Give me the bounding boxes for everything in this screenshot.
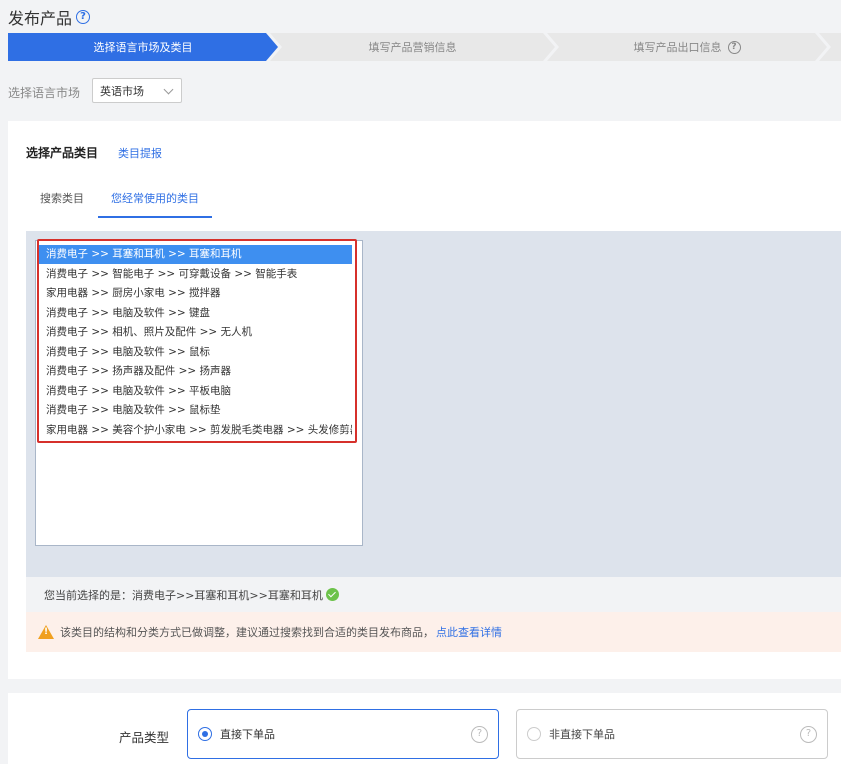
page-title-text: 发布产品 xyxy=(8,9,73,28)
tab-frequent-category[interactable]: 您经常使用的类目 xyxy=(98,190,212,218)
help-icon[interactable]: ? xyxy=(727,40,741,54)
radio-unchecked[interactable] xyxy=(527,727,541,741)
current-selection-label: 您当前选择的是： xyxy=(44,588,132,602)
step-label: 填写产品出口信息 xyxy=(633,41,722,54)
help-icon[interactable]: ? xyxy=(800,726,817,743)
step-select-market[interactable]: 选择语言市场及类目 xyxy=(8,33,278,61)
warning-triangle-icon xyxy=(38,625,54,639)
check-circle-icon xyxy=(325,588,339,601)
page-title: 发布产品 ? xyxy=(8,5,91,29)
product-type-label: 产品类型 xyxy=(119,730,170,745)
current-selection-value: 消费电子>>耳塞和耳机>>耳塞和耳机 xyxy=(132,588,323,602)
warning-text: 该类目的结构和分类方式已做调整，建议通过搜索找到合适的类目发布商品， xyxy=(60,626,434,639)
option-label: 非直接下单品 xyxy=(549,728,615,741)
warning-detail-link[interactable]: 点此查看详情 xyxy=(436,624,502,640)
market-label: 选择语言市场 xyxy=(8,86,81,100)
tab-search-category[interactable]: 搜索类目 xyxy=(40,190,84,206)
help-icon[interactable]: ? xyxy=(76,10,91,24)
chevron-down-icon xyxy=(163,84,174,95)
help-icon[interactable]: ? xyxy=(471,726,488,743)
highlight-annotation xyxy=(37,239,357,443)
radio-checked[interactable] xyxy=(198,727,212,741)
category-panel: 选择产品类目 类目提报 搜索类目 您经常使用的类目 消费电子 >> 耳塞和耳机 … xyxy=(8,121,841,679)
option-non-direct-order[interactable]: 非直接下单品 ? xyxy=(516,709,828,759)
current-selection: 您当前选择的是： 消费电子>>耳塞和耳机>>耳塞和耳机 xyxy=(26,577,841,612)
step-label: 选择语言市场及类目 xyxy=(93,41,193,54)
option-label: 直接下单品 xyxy=(220,728,275,741)
market-select[interactable]: 英语市场 xyxy=(92,78,182,103)
step-export-info[interactable]: 填写产品出口信息 ? xyxy=(547,33,827,61)
step-progress: 选择语言市场及类目 填写产品出口信息 ? 填写产品营销信息 xyxy=(8,33,841,61)
market-select-value: 英语市场 xyxy=(100,84,144,98)
option-direct-order[interactable]: 直接下单品 ? xyxy=(187,709,499,759)
step-label: 填写产品营销信息 xyxy=(368,41,457,54)
section-title: 选择产品类目 xyxy=(26,146,99,160)
step-marketing-info[interactable]: 填写产品营销信息 xyxy=(270,33,555,61)
category-area: 消费电子 >> 耳塞和耳机 >> 耳塞和耳机 消费电子 >> 智能电子 >> 可… xyxy=(26,231,841,577)
product-type-panel: 产品类型 直接下单品 ? 非直接下单品 ? xyxy=(8,693,841,764)
warning-banner: 该类目的结构和分类方式已做调整，建议通过搜索找到合适的类目发布商品， 点此查看详… xyxy=(26,612,841,652)
category-report-link[interactable]: 类目提报 xyxy=(118,145,162,161)
